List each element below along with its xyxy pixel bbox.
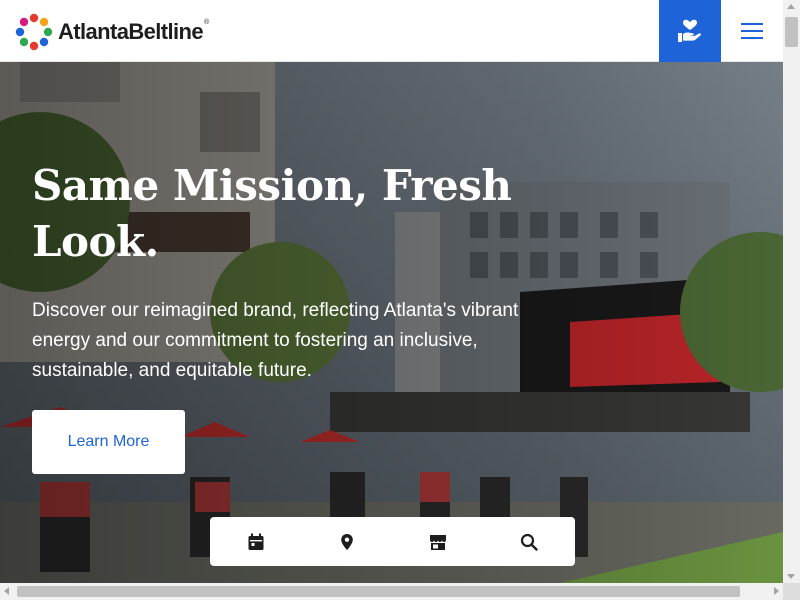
scroll-up-icon[interactable] (787, 4, 795, 9)
logo-wordmark: AtlantaBeltline® (58, 19, 209, 44)
scroll-down-icon[interactable] (787, 574, 795, 579)
calendar-icon (248, 533, 264, 550)
hero-description: Discover our reimagined brand, reflectin… (32, 300, 519, 381)
atlanta-beltline-logo[interactable]: AtlantaBeltline® (14, 12, 209, 52)
storefront-icon (430, 534, 447, 550)
main-menu-button[interactable] (721, 0, 783, 62)
horizontal-scrollbar[interactable] (0, 583, 783, 600)
hero-section: Same Mission, Fresh Look. Discover our r… (0, 62, 783, 583)
events-quick-link[interactable] (210, 517, 301, 566)
map-quick-link[interactable] (301, 517, 392, 566)
donate-button[interactable] (659, 0, 721, 62)
horizontal-scroll-thumb[interactable] (17, 586, 740, 597)
learn-more-button[interactable]: Learn More (32, 410, 185, 474)
vertical-scroll-thumb[interactable] (785, 17, 798, 47)
vertical-scrollbar[interactable] (783, 0, 800, 583)
search-quick-link[interactable] (484, 517, 575, 566)
hero-title: Same Mission, Fresh Look. (32, 161, 512, 266)
scrollbar-corner (783, 583, 800, 600)
scroll-right-icon[interactable] (774, 587, 779, 595)
site-header: AtlantaBeltline® (0, 0, 783, 62)
search-icon (521, 533, 539, 551)
map-pin-icon (341, 533, 353, 550)
quick-links-bar (210, 517, 575, 566)
hand-heart-icon (678, 19, 701, 42)
hamburger-menu-icon (741, 23, 763, 39)
beltline-flower-logo-icon (15, 13, 53, 51)
scroll-left-icon[interactable] (4, 587, 9, 595)
businesses-quick-link[interactable] (393, 517, 484, 566)
